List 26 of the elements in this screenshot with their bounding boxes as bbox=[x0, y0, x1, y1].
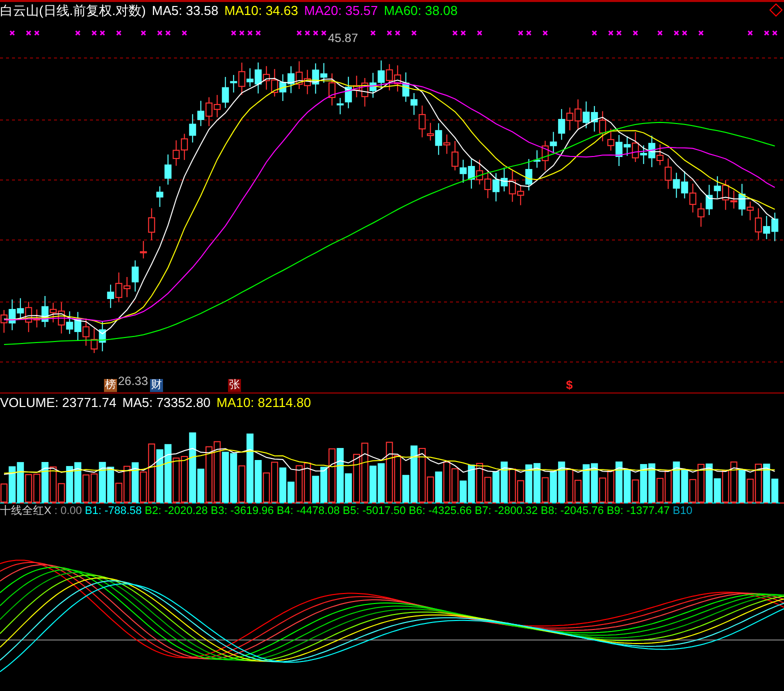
ma-legend: MA60: 38.08 bbox=[384, 2, 458, 19]
event-marker: 榜 bbox=[104, 379, 117, 392]
ma-legend: MA10: 34.63 bbox=[224, 2, 298, 19]
indicator-name: 十线全红X bbox=[0, 504, 52, 519]
signal-marker: $ bbox=[566, 379, 573, 392]
ma-legend: MA5: 33.58 bbox=[152, 2, 218, 19]
indicator-legend: B9: -1377.47 bbox=[606, 503, 670, 520]
ma-legend: MA20: 35.57 bbox=[304, 2, 378, 19]
stock-title: 白云山(日线.前复权.对数) bbox=[0, 2, 146, 19]
indicator-legend: B8: -2045.76 bbox=[540, 503, 604, 520]
event-marker: 财 bbox=[150, 379, 163, 392]
indicator-value: : 0.00 bbox=[54, 504, 82, 519]
volume-legend: VOLUME: 23771.74 bbox=[0, 394, 116, 411]
low-price-label: 26.33 bbox=[118, 374, 148, 388]
indicator-legend: B7: -2800.32 bbox=[474, 503, 538, 520]
volume-legend: MA10: 82114.80 bbox=[216, 394, 311, 411]
indicator-legend: B1: -788.58 bbox=[84, 503, 142, 520]
high-price-label: 45.87 bbox=[328, 31, 358, 45]
indicator-legend: B3: -3619.96 bbox=[210, 503, 274, 520]
volume-legend: MA5: 73352.80 bbox=[122, 394, 211, 411]
indicator-legend: B10 bbox=[672, 503, 692, 520]
event-marker: 张 bbox=[228, 379, 241, 392]
indicator-legend: B2: -2020.28 bbox=[144, 503, 208, 520]
indicator-legend: B6: -4325.66 bbox=[408, 503, 472, 520]
indicator-legend: B4: -4478.08 bbox=[276, 503, 340, 520]
indicator-legend: B5: -5017.50 bbox=[342, 503, 406, 520]
